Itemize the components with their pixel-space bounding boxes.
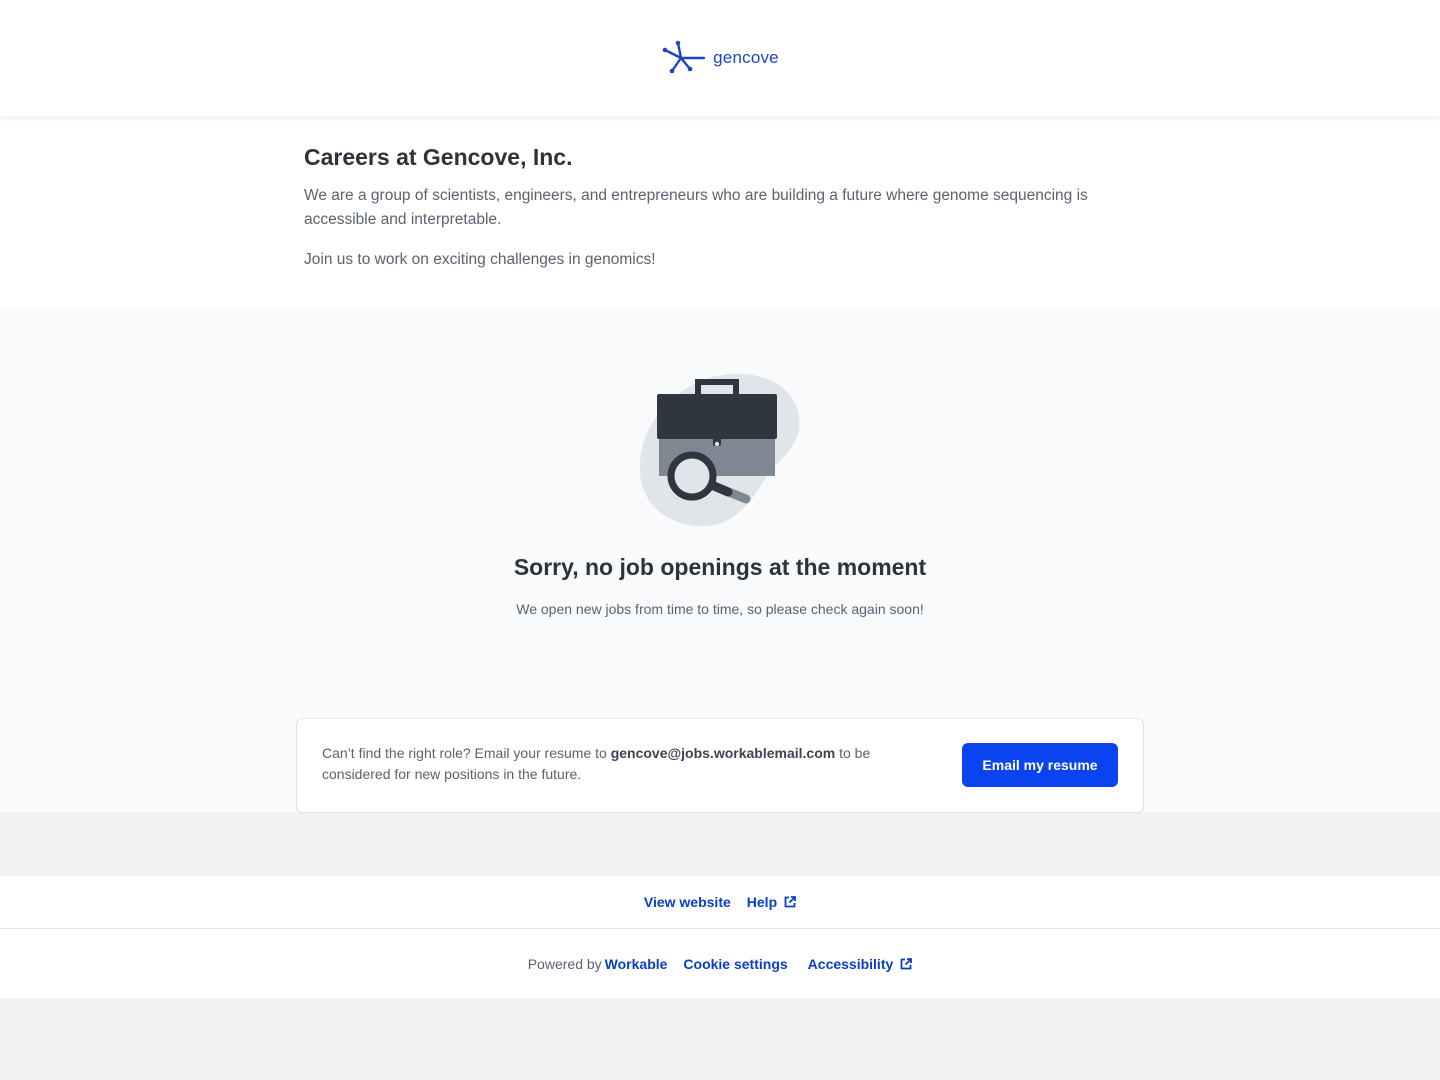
powered-by-label: Powered by xyxy=(527,955,602,972)
help-label: Help xyxy=(746,894,778,910)
cookie-settings-link[interactable]: Cookie settings xyxy=(683,956,787,972)
empty-state-subtext: We open new jobs from time to time, so p… xyxy=(516,601,924,617)
resume-text-prefix: Can’t find the right role? Email your re… xyxy=(322,745,611,761)
intro-section: Careers at Gencove, Inc. We are a group … xyxy=(0,116,1440,310)
resume-email: gencove@jobs.workablemail.com xyxy=(610,745,836,761)
email-resume-button[interactable]: Email my resume xyxy=(962,743,1118,787)
cookie-settings-label: Cookie settings xyxy=(683,955,788,972)
external-link-icon xyxy=(784,896,797,908)
spacer xyxy=(0,812,1440,876)
resume-section: Can’t find the right role? Email your re… xyxy=(0,718,1440,813)
join-text: Join us to work on exciting challenges i… xyxy=(304,251,656,268)
help-link[interactable]: Help xyxy=(746,894,797,910)
logo-text: gencove xyxy=(713,48,779,67)
top-header: gencove xyxy=(0,0,1440,116)
page-bottom xyxy=(0,998,1440,1080)
external-link-icon xyxy=(900,957,913,969)
page-title: Careers at Gencove, Inc. xyxy=(304,144,573,170)
accessibility-link[interactable]: Accessibility xyxy=(808,956,913,972)
briefcase-search-icon xyxy=(639,373,800,527)
empty-state-heading: Sorry, no job openings at the moment xyxy=(513,554,927,580)
powered-by: Powered by Workable xyxy=(528,956,668,972)
view-website-link[interactable]: View website xyxy=(644,894,731,910)
view-website-label: View website xyxy=(643,894,731,910)
resume-card: Can’t find the right role? Email your re… xyxy=(296,718,1144,813)
empty-state: Sorry, no job openings at the moment We … xyxy=(0,310,1440,718)
workable-link[interactable]: Workable xyxy=(605,956,668,972)
company-description: We are a group of scientists, engineers,… xyxy=(304,187,1088,228)
resume-message: Can’t find the right role? Email your re… xyxy=(322,743,937,785)
accessibility-label: Accessibility xyxy=(807,955,894,972)
footer: View website Help Powered by Workable Coo… xyxy=(0,876,1440,998)
gencove-logo-icon xyxy=(662,40,706,74)
company-logo[interactable]: gencove xyxy=(661,40,779,76)
footer-links: View website Help xyxy=(0,876,1440,929)
footer-legal: Powered by Workable Cookie settings Acces… xyxy=(0,929,1440,998)
